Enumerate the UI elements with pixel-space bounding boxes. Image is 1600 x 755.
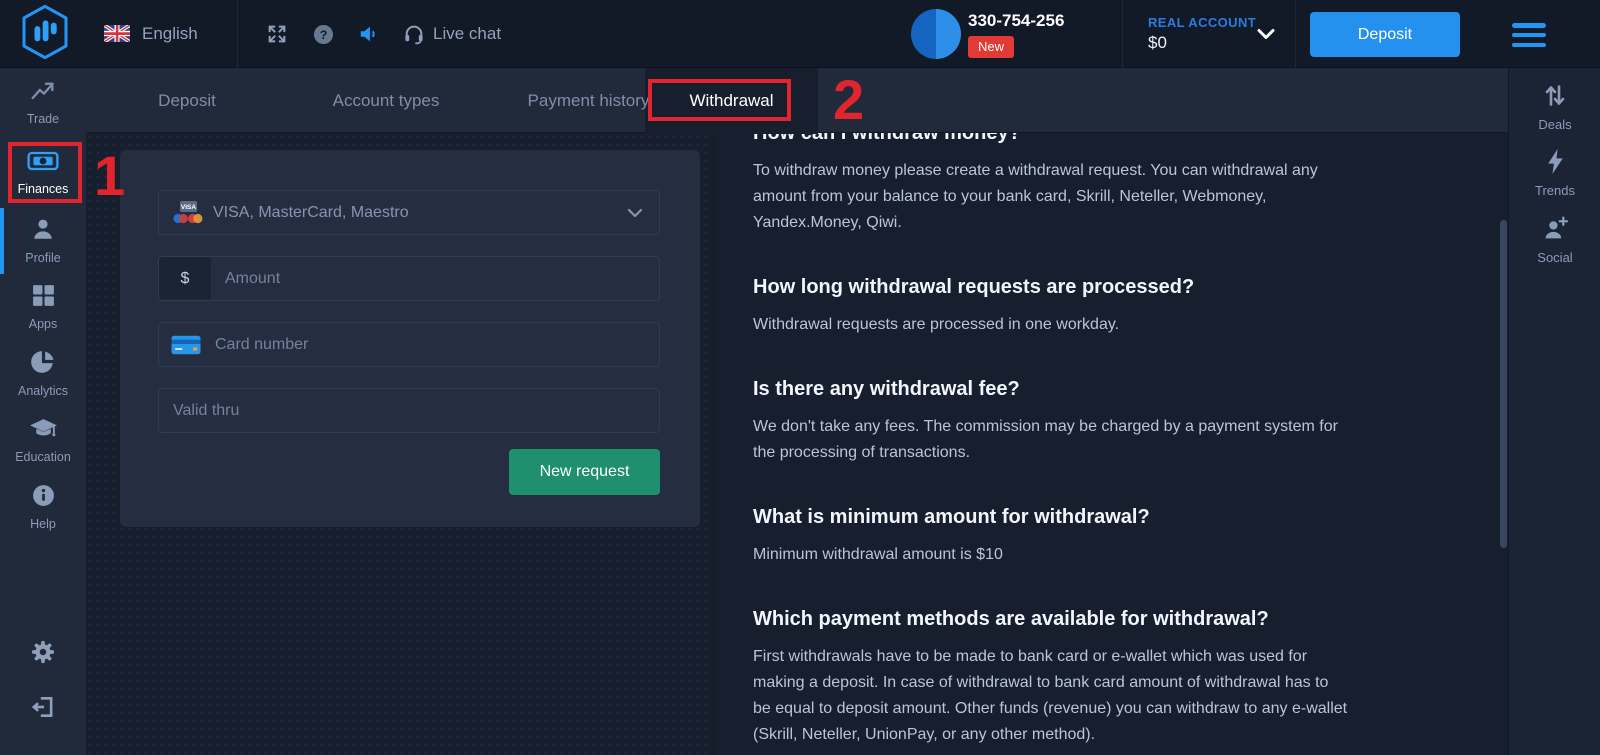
withdrawal-page-content: VISA VISA, MasterCard, Maestro $ [86,133,1508,755]
sidebar-item-label: Trade [27,112,59,126]
withdrawal-form-panel: VISA VISA, MasterCard, Maestro $ [120,150,700,527]
sidebar-item-deals[interactable]: Deals [1509,82,1600,132]
sidebar-item-label: Finances [18,182,69,196]
sidebar-item-label: Social [1537,250,1572,265]
faq-question: What is minimum amount for withdrawal? [753,506,1463,529]
tab-account-types[interactable]: Account types [286,68,486,133]
uk-flag-icon [104,25,130,42]
swap-arrows-icon [1543,82,1567,114]
faq-answer: First withdrawals have to be made to ban… [753,644,1463,748]
person-plus-icon [1542,215,1569,247]
valid-thru-field [158,388,660,433]
column-divider [713,133,714,755]
sidebar-item-label: Help [30,517,56,531]
deposit-button[interactable]: Deposit [1310,12,1460,57]
sidebar-item-trends[interactable]: Trends [1509,148,1600,198]
svg-text:?: ? [319,27,327,41]
faq-answer: Minimum withdrawal amount is $10 [753,542,1463,568]
status-badge-new: New [968,36,1014,58]
sidebar-item-finances[interactable]: Finances [0,149,86,211]
tab-deposit[interactable]: Deposit [104,68,270,133]
fullscreen-icon[interactable] [266,23,288,45]
sidebar-item-label: Profile [25,251,60,265]
card-number-input[interactable] [215,323,659,366]
sidebar-item-trade[interactable]: Trade [0,80,86,142]
settings-button[interactable] [0,638,86,671]
pie-chart-icon [30,349,56,380]
graduation-cap-icon [29,416,58,446]
logout-button[interactable] [0,694,86,725]
hamburger-menu-icon[interactable] [1512,23,1546,47]
grid-squares-icon [31,283,56,313]
sidebar-item-analytics[interactable]: Analytics [0,349,86,411]
faq-question: Which payment methods are available for … [753,608,1463,631]
credit-card-icon [171,335,201,355]
banknote-icon [27,149,59,178]
faq-question: Is there any withdrawal fee? [753,378,1463,401]
help-icon[interactable]: ? [312,23,334,45]
logout-icon [30,694,56,725]
left-sidebar: Trade Finances Profile [0,68,86,755]
payment-method-value: VISA, MasterCard, Maestro [213,204,627,222]
app-window: English ? [0,0,1600,755]
sidebar-item-help[interactable]: Help [0,483,86,545]
person-icon [30,216,56,247]
currency-prefix: $ [159,257,211,300]
headset-icon[interactable] [403,23,425,45]
card-brands-icon: VISA [171,199,205,227]
trend-arrow-icon [30,80,57,108]
new-request-button[interactable]: New request [509,449,660,495]
withdrawal-faq: How can I withdraw money? To withdraw mo… [753,133,1463,748]
tab-withdrawal[interactable]: Withdrawal [645,68,818,133]
sidebar-item-label: Analytics [18,384,68,398]
language-selector[interactable]: English [142,24,198,44]
faq-answer: To withdraw money please create a withdr… [753,158,1463,236]
account-balance: $0 [1148,33,1167,53]
platform-logo[interactable] [17,6,73,62]
sidebar-item-profile[interactable]: Profile [0,216,86,278]
account-type-label: REAL ACCOUNT [1148,15,1256,30]
header-divider [237,0,238,68]
sidebar-item-social[interactable]: Social [1509,215,1600,265]
svg-text:VISA: VISA [181,204,196,211]
right-sidebar: Deals Trends Social [1508,68,1600,755]
chevron-down-icon [627,208,643,218]
avatar[interactable] [911,9,961,59]
sidebar-item-label: Trends [1535,183,1575,198]
faq-question: How can I withdraw money? [753,133,1463,145]
header-divider [1122,0,1123,68]
header-divider [1295,0,1296,68]
payment-method-select[interactable]: VISA VISA, MasterCard, Maestro [158,190,660,235]
amount-input[interactable] [211,257,659,300]
faq-answer: Withdrawal requests are processed in one… [753,312,1463,338]
header-bar: English ? [0,0,1600,68]
faq-answer: We don't take any fees. The commission m… [753,414,1463,466]
account-id: 330-754-256 [968,11,1064,31]
chevron-down-icon [1256,28,1276,46]
live-chat-button[interactable]: Live chat [433,24,501,44]
sidebar-item-label: Deals [1538,117,1571,132]
info-circle-icon [31,483,56,513]
sound-icon[interactable] [358,23,380,45]
sidebar-item-apps[interactable]: Apps [0,283,86,345]
sidebar-item-label: Apps [29,317,58,331]
bar-chart-hexagon-logo-icon [19,4,71,65]
lightning-bolt-icon [1545,148,1566,180]
valid-thru-input[interactable] [159,389,659,432]
amount-field: $ [158,256,660,301]
faq-question: How long withdrawal requests are process… [753,276,1463,299]
sidebar-item-education[interactable]: Education [0,416,86,478]
sidebar-item-label: Education [15,450,71,464]
gear-icon [29,638,57,671]
vertical-scrollbar[interactable] [1500,220,1507,548]
card-number-field [158,322,660,367]
finance-tabbar: Deposit Account types Payment history Wi… [86,68,1508,133]
